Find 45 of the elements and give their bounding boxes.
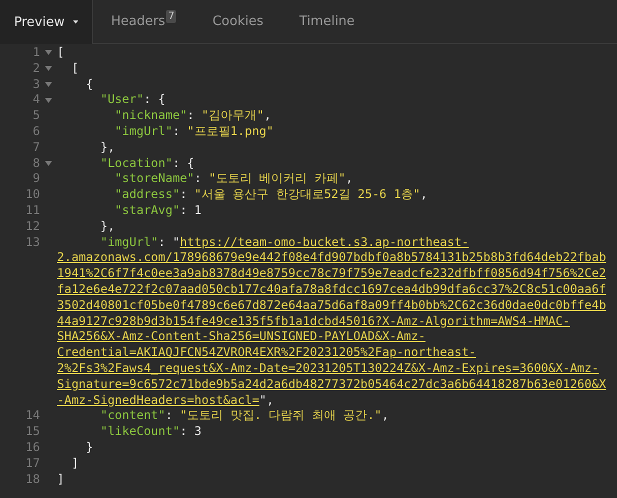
code-line: "nickname": "김아무개",	[114, 108, 272, 124]
line-number: 3	[32, 76, 40, 92]
count-badge: 7	[166, 10, 176, 23]
line-number: 8	[32, 156, 40, 172]
code-line: "content": "도토리 맛집. 다람쥐 최애 공간.",	[99, 408, 390, 424]
line-number: 1	[32, 45, 40, 61]
code-line: ]	[57, 472, 66, 488]
line-number: 15	[24, 424, 40, 440]
code-line: [	[57, 45, 66, 61]
line-number: 5	[32, 108, 40, 124]
line-number: 9	[32, 171, 40, 188]
response-tab[interactable]: Cookies	[194, 0, 282, 44]
line-number: 12	[24, 218, 40, 235]
fold-arrow-icon[interactable]	[45, 98, 52, 103]
code-line: ]	[70, 456, 80, 472]
code-line: "imgUrl": "프로필1.png"	[114, 124, 275, 140]
code-line: "starAvg": 1	[114, 202, 203, 219]
line-number: 2	[32, 60, 40, 77]
response-tab[interactable]: Timeline	[281, 0, 373, 44]
code-line: {	[84, 76, 94, 92]
line-number: 7	[32, 140, 40, 156]
code-line: }	[84, 440, 94, 456]
line-number: 18	[24, 472, 40, 488]
line-number: 10	[24, 187, 40, 203]
code-line: "Location": {	[99, 156, 196, 172]
fold-arrow-icon[interactable]	[45, 50, 52, 56]
code-line: "User": {	[99, 92, 166, 108]
code-line: "imgUrl": "https://team-omo-bucket.s3.ap-northeast-2.amazonaws.com/178968679e9e442f08e4fd907bdbf0a8b5784131b25b8b3fd64deb22fbab1941%2C6f7f4c0ee3a9ab8378d49e8759cc78c79f759e7eadcfe232dfbff0856d94f756%2Ce2fa12e6e4e722f2c07aad050cb177c40afa78a8fdcc1697cea4db99dfa6cc37%2C8c51c00aa6f3502d40801cf05be0f4789c6e67d872e64aa75d6af8a09ff4b0bb%2C62c36d0dae0dc0bffe4b44a9127c928b9d3b154fe49ce135f5fb1a1dcbd45016?X-Amz-Algorithm=AWS4-HMAC-SHA256&X-Amz-Content-Sha256=UNSIGNED-PAYLOAD&X-Amz-Credential=AKIAQJFCN54ZVROR4EXR%2F20231205%2Fap-northeast-2%2Fs3%2Faws4_request&X-Amz-Date=20231205T130224Z&X-Amz-Expires=3600&X-Amz-Signature=9c6572c71bde9b5a24d2a6db48277372b05464c27dc3a6b64418287b63e01260&X-Amz-SignedHeaders=host&acl=",	[57, 234, 606, 408]
line-number: 16	[24, 440, 40, 456]
code-line: "storeName": "도토리 베이커리 카페",	[114, 171, 354, 188]
code-line: },	[99, 140, 116, 156]
line-number: 17	[24, 456, 40, 472]
line-number: 4	[32, 92, 40, 108]
response-tab[interactable]: Headers 7	[93, 0, 194, 44]
fold-arrow-icon[interactable]	[45, 82, 52, 87]
code-line: "address": "서울 용산구 한강대로52길 25-6 1층",	[114, 187, 428, 203]
code-line: },	[99, 218, 116, 235]
code-line: [	[70, 60, 80, 77]
line-number: 13	[24, 234, 40, 251]
line-number: 11	[24, 202, 40, 219]
code-line: "likeCount": 3	[99, 424, 203, 440]
fold-arrow-icon[interactable]	[45, 66, 52, 72]
line-number: 14	[24, 408, 40, 424]
line-number: 6	[32, 124, 40, 140]
fold-arrow-icon[interactable]	[45, 160, 52, 166]
